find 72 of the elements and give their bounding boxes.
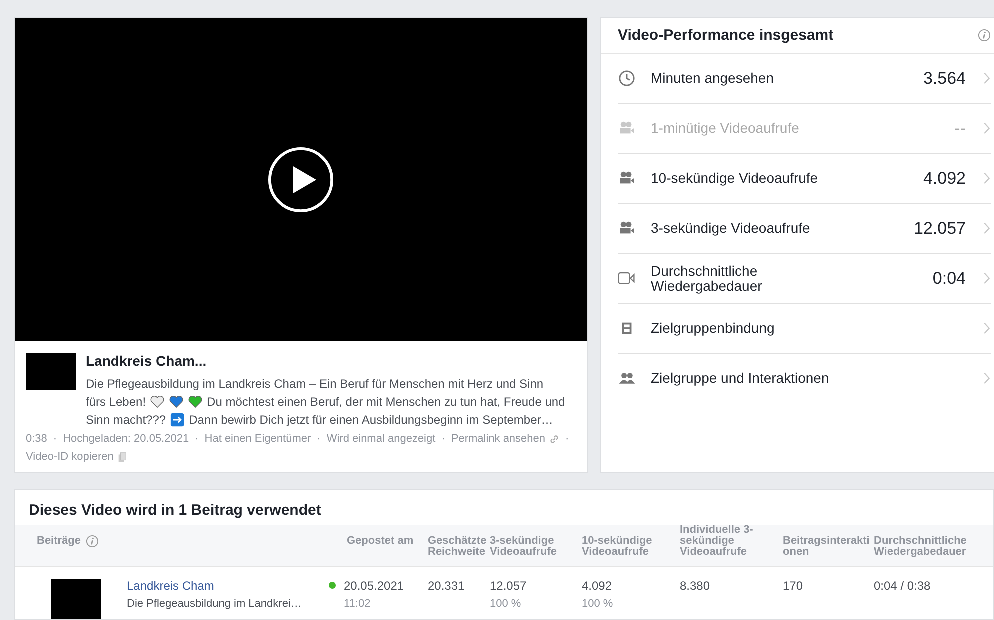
separator-dot: ·: [317, 432, 321, 447]
metric-label: Zielgruppe und Interaktionen: [651, 371, 830, 386]
chevron-icon: [983, 72, 991, 85]
separator-dot: ·: [195, 432, 199, 447]
post-text: Die Pflegeausbildung im Landkreis Cham – Ein Beruf für Menschen mit Herz und Sinn: [86, 376, 544, 393]
table-cell: 170: [783, 579, 804, 593]
section-title: Dieses Video wird in 1 Beitrag verwendet: [29, 502, 322, 519]
metric-label: 1-minütige Videoaufrufe: [651, 121, 800, 136]
metric-row[interactable]: 3-sekündige Videoaufrufe 12.057: [618, 204, 991, 254]
video-camera-icon: [618, 270, 636, 287]
post-text: Dann bewirb Dich jetzt für einen Ausbildungsbeginn im September…: [189, 412, 554, 429]
metric-label: 3-sekündige Videoaufrufe: [651, 221, 812, 236]
chevron-icon: [983, 172, 991, 185]
meta-text: Hat einen Eigentümer: [204, 432, 312, 447]
info-icon[interactable]: [978, 29, 991, 42]
table-cell: 20.05.2021: [344, 579, 404, 593]
info-icon[interactable]: [86, 535, 100, 548]
chevron-icon: [983, 322, 991, 335]
post-text: fürs Leben!: [86, 394, 146, 411]
table-cell-text: 12.057: [490, 579, 528, 593]
column-header: Gepostet am: [347, 535, 414, 547]
metric-row[interactable]: Zielgruppenbindung: [618, 304, 991, 354]
metric-value: 0:04: [932, 268, 966, 288]
chevron-icon: [983, 222, 991, 235]
metric-row[interactable]: Durchschnittliche Wiedergabedauer 0:04: [618, 254, 991, 304]
table-cell: 8.380: [680, 579, 710, 593]
column-header: Durchschnittliche Wiedergabedauer: [874, 535, 967, 558]
chevron-icon: [983, 122, 991, 135]
table-cell-text: 100 %: [582, 598, 614, 610]
metric-row[interactable]: Minuten angesehen 3.564: [618, 54, 991, 104]
column-header: Beitragsinteraktionen: [783, 535, 870, 558]
play-button[interactable]: [268, 146, 334, 212]
separator-dot: ·: [566, 432, 570, 447]
post-title: Landkreis Cham...: [86, 353, 208, 369]
metric-value: 12.057: [914, 218, 966, 238]
table-cell: 20.331: [428, 579, 465, 593]
metric-value: 3.564: [923, 68, 966, 88]
metric-label: Zielgruppenbindung: [651, 321, 776, 336]
metric-row[interactable]: 10-sekündige Videoaufrufe 4.092: [618, 154, 991, 204]
column-header: 10-sekündige Videoaufrufe: [582, 535, 652, 558]
column-header: Individuelle 3-sekündige Videoaufrufe: [680, 524, 754, 558]
meta-text: Wird einmal angezeigt: [326, 432, 436, 447]
people-icon: [618, 370, 636, 387]
meta-text: Hochgeladen: 20.05.2021: [63, 432, 190, 447]
metric-value: --: [954, 118, 966, 138]
post-excerpt: Die Pflegeausbildung im Landkrei…: [127, 598, 302, 610]
separator-dot: ·: [53, 432, 58, 447]
link-icon: [548, 434, 560, 444]
table-cell: 0:04 / 0:38: [874, 579, 931, 593]
column-header: Beiträge: [37, 536, 82, 547]
column-header: 3-sekündige Videoaufrufe: [490, 535, 558, 558]
post-link[interactable]: Landkreis Cham: [127, 579, 302, 593]
post-thumbnail: [26, 353, 76, 390]
table-cell-text: 11:02: [344, 598, 372, 610]
clock-icon: [618, 70, 636, 87]
separator-dot: ·: [442, 432, 446, 447]
metric-value: 4.092: [923, 168, 966, 188]
metric-label: 10-sekündige Videoaufrufe: [651, 171, 820, 186]
meta-text: 0:38: [26, 432, 48, 447]
post-text: Sinn macht???: [86, 412, 166, 429]
metric-label: Minuten angesehen: [651, 71, 775, 86]
chevron-icon: [983, 272, 991, 285]
metric-row[interactable]: Zielgruppe und Interaktionen: [618, 354, 991, 403]
table-cell-text: 4.092: [582, 579, 614, 593]
metric-label: Durchschnittliche Wiedergabedauer: [651, 264, 764, 294]
chevron-icon: [983, 372, 991, 385]
post-text: Du möchtest einen Beruf, der mit Menschen zu tun hat, Freude und: [207, 394, 566, 411]
table-cell-text: 100 %: [490, 598, 522, 610]
post-thumbnail: [51, 579, 101, 619]
panel-title: Video-Performance insgesamt: [618, 27, 834, 44]
copy-icon: [116, 452, 128, 462]
column-header: Geschätzte Reichweite: [428, 535, 487, 558]
